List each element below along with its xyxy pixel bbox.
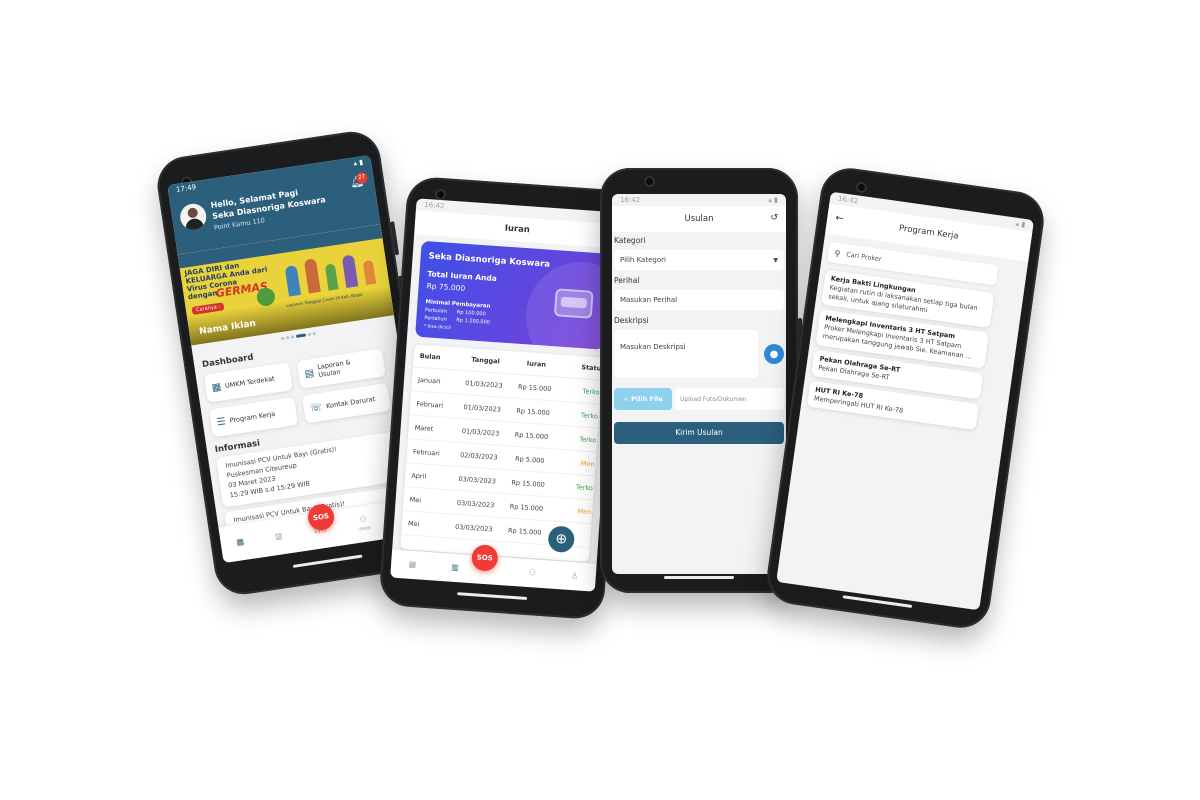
cell-status: Terko — [579, 434, 597, 444]
menu-kontak-darurat[interactable]: ☏ Kontak Darurat — [301, 382, 392, 424]
menu-umkm-terdekat[interactable]: ▦ UMKM Terdekat — [203, 362, 293, 403]
cell-iuran: Rp 15.000 — [511, 478, 546, 489]
microphone-icon: ● — [769, 348, 779, 360]
cell-status: Men — [580, 458, 595, 468]
cell-iuran: Rp 15.000 — [517, 382, 552, 393]
dashboard-title: Dashboard — [201, 352, 255, 371]
deskripsi-label: Deskripsi — [614, 316, 649, 325]
page-title: Usulan — [684, 214, 714, 224]
cell-iuran: Rp 15.000 — [514, 430, 549, 441]
menu-program-kerja[interactable]: ☰ Program Kerja — [208, 396, 299, 438]
cell-status: Terko — [575, 482, 594, 492]
carousel-indicator — [280, 331, 317, 341]
nav-chart-icon[interactable]: ▥ — [274, 531, 283, 541]
cell-iuran: Rp 15.000 — [507, 526, 542, 537]
cell-iuran: Rp 15.000 — [516, 406, 551, 417]
usulan-screen: 16:42 ▴ ▮ Usulan ↺ Kategori Pilih Kategor… — [612, 194, 786, 574]
microphone-button[interactable]: ● — [764, 344, 784, 364]
kategori-label: Kategori — [614, 236, 646, 245]
back-arrow-icon[interactable]: ← — [835, 213, 845, 225]
list-icon: ☰ — [216, 415, 227, 429]
cell-tanggal: 01/03/2023 — [464, 378, 503, 390]
phone-program-kerja: 16:42 ▴ ▮ ← Program Kerja ⚲ Cari Proker K… — [763, 164, 1048, 632]
cell-bulan: Februari — [412, 447, 441, 458]
card-holder-name: Seka Diasnoriga Koswara — [428, 251, 551, 270]
cell-bulan: Mei — [409, 495, 422, 504]
cell-tanggal: 02/03/2023 — [459, 450, 498, 462]
deskripsi-textarea[interactable]: Masukan Deskripsi — [614, 330, 758, 378]
iuran-screen: 16:42▴ ▮ Iuran Seka Diasnoriga Koswara T… — [390, 198, 622, 592]
iuran-table: Bulan Tanggal Iuran Statu Januari 01/03/2… — [400, 344, 604, 563]
phone-iuran: 16:42▴ ▮ Iuran Seka Diasnoriga Koswara T… — [378, 175, 633, 621]
nav-profile-icon[interactable]: ♙ — [571, 571, 579, 580]
search-icon: ⚲ — [833, 248, 841, 258]
cell-bulan: April — [411, 471, 427, 481]
cell-tanggal: 01/03/2023 — [463, 402, 502, 414]
perihal-input[interactable]: Masukan Perihal — [614, 290, 784, 310]
cell-tanggal: 03/03/2023 — [454, 522, 493, 533]
plus-icon: ⊕ — [554, 530, 568, 548]
cell-status: Men — [577, 506, 592, 516]
nav-dashboard-icon[interactable]: ▦ — [408, 560, 416, 570]
store-icon: ▦ — [210, 381, 222, 394]
nav-dashboard-icon[interactable]: ▦ — [236, 537, 245, 547]
dropdown-caret-icon: ▼ — [773, 256, 778, 264]
cell-iuran: Rp 5.000 — [514, 454, 545, 465]
cell-tanggal: 03/03/2023 — [456, 498, 495, 509]
pilih-file-button[interactable]: ∞ Pilih File — [614, 388, 672, 410]
cell-iuran: Rp 15.000 — [509, 502, 544, 513]
program-kerja-screen: 16:42 ▴ ▮ ← Program Kerja ⚲ Cari Proker K… — [776, 191, 1035, 611]
submit-button[interactable]: Kirim Usulan — [614, 422, 784, 444]
cell-tanggal: 01/03/2023 — [461, 426, 500, 438]
cell-status: Terko — [582, 386, 600, 397]
cell-bulan: Maret — [414, 423, 434, 433]
avatar[interactable] — [178, 202, 209, 232]
phone-icon: ☏ — [309, 401, 324, 415]
phone-usulan: 16:42 ▴ ▮ Usulan ↺ Kategori Pilih Kategor… — [600, 168, 802, 593]
notification-badge: 27 — [355, 171, 369, 185]
perihal-label: Perihal — [614, 276, 640, 285]
total-value: Rp 75.000 — [426, 281, 466, 293]
history-icon[interactable]: ↺ — [770, 213, 778, 223]
cell-tanggal: 03/03/2023 — [458, 474, 497, 486]
nav-chart-icon[interactable]: ▥ — [451, 563, 459, 573]
upload-field[interactable]: Upload Foto/Dokumen — [675, 388, 784, 410]
nav-umkm-icon[interactable]: ⚇ UMKM — [357, 515, 372, 533]
cell-bulan: Januari — [417, 375, 441, 385]
cell-bulan: Februari — [416, 399, 444, 410]
cell-status: Terko — [580, 410, 599, 420]
attachment-icon: ∞ — [623, 395, 629, 403]
cell-bulan: Mei — [407, 519, 420, 528]
nav-umkm-icon[interactable]: ⚇ — [529, 568, 537, 577]
chat-icon: ▤ — [303, 367, 315, 380]
wallet-icon — [553, 288, 594, 319]
menu-laporan-usulan[interactable]: ▤ Laporan & Usulan — [296, 348, 386, 389]
kategori-select[interactable]: Pilih Kategori ▼ — [614, 250, 784, 270]
iuran-summary-card: Seka Diasnoriga Koswara Total Iuran Anda… — [415, 240, 611, 350]
